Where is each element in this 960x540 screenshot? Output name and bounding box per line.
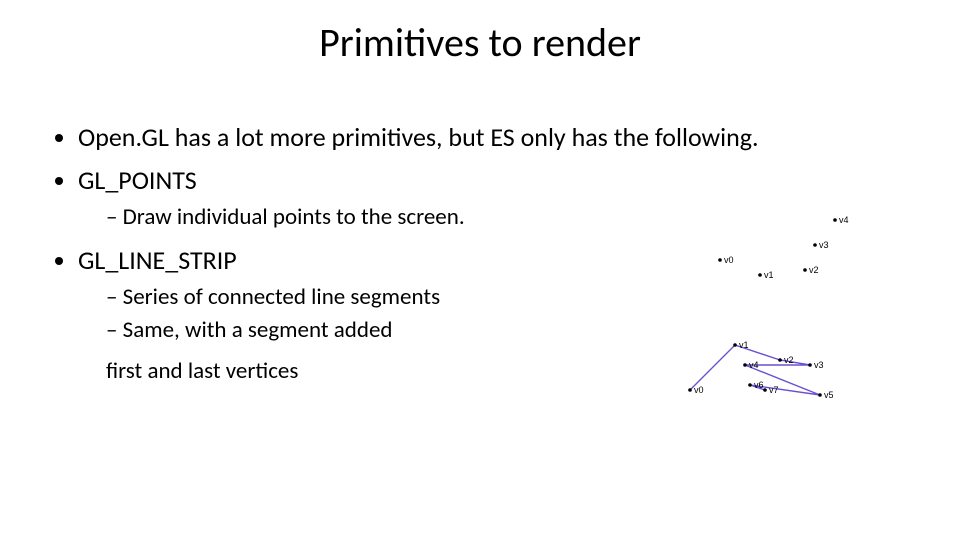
slide-title: Primitives to render xyxy=(0,18,960,67)
svg-text:v1: v1 xyxy=(764,270,774,280)
svg-text:v1: v1 xyxy=(739,340,749,350)
bullet-gl-linestrip-label: GL_LINE_STRIP xyxy=(78,244,237,276)
svg-text:v3: v3 xyxy=(819,240,829,250)
svg-text:v3: v3 xyxy=(814,360,824,370)
svg-text:v6: v6 xyxy=(754,380,764,390)
svg-text:v0: v0 xyxy=(694,385,704,395)
svg-text:v0: v0 xyxy=(724,255,734,265)
linestrip-diagram: v0 v1v4 v2 v6 v7 v3 v5 xyxy=(680,330,880,425)
svg-text:v2: v2 xyxy=(784,355,794,365)
bullet-intro: Open.GL has a lot more primitives, but E… xyxy=(78,120,920,155)
svg-text:v2: v2 xyxy=(809,265,819,275)
svg-text:v7: v7 xyxy=(769,385,779,395)
svg-text:v4: v4 xyxy=(749,360,759,370)
svg-text:v4: v4 xyxy=(839,215,849,225)
bullet-gl-points-label: GL_POINTS xyxy=(78,164,197,196)
points-diagram: v0 v1 v2 v3 v4 xyxy=(700,215,880,300)
svg-text:v5: v5 xyxy=(824,390,834,400)
